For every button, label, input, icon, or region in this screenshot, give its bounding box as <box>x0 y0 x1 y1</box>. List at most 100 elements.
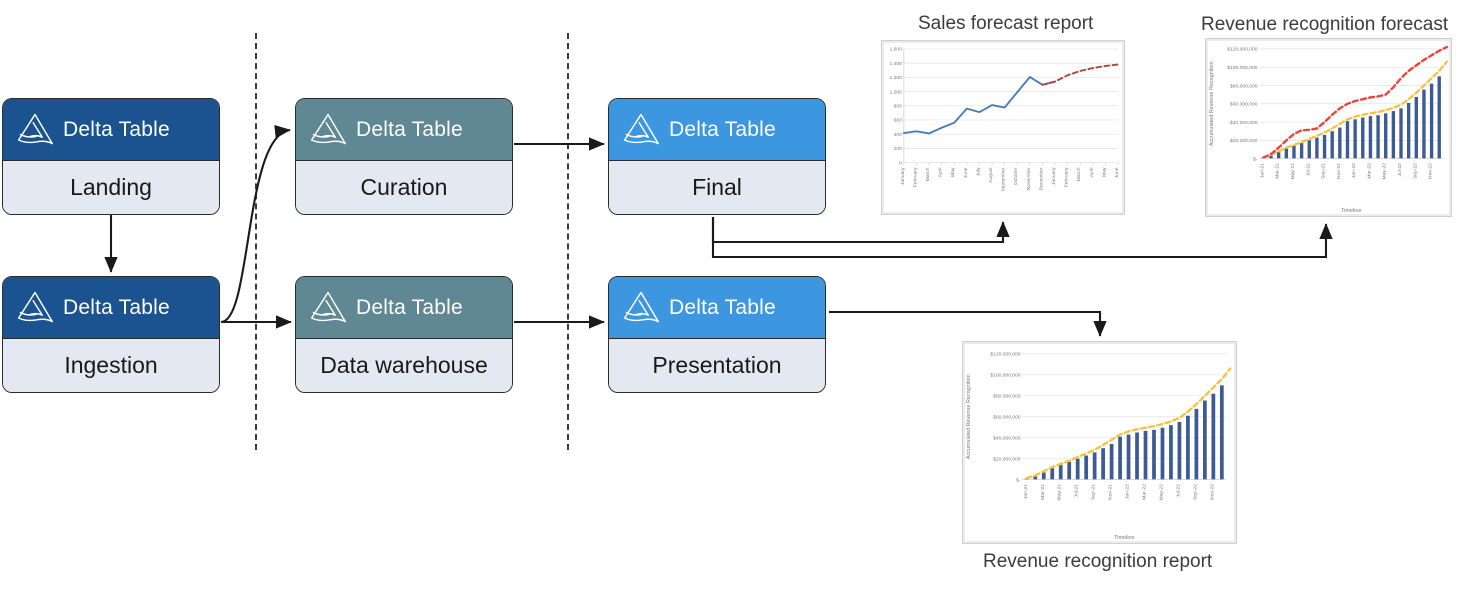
svg-text:February: February <box>1064 167 1070 187</box>
svg-text:1,000: 1,000 <box>889 89 902 95</box>
node-landing[interactable]: Delta Table Landing <box>2 98 220 215</box>
svg-text:Accumulated Revenue Recognitio: Accumulated Revenue Recognition <box>966 374 972 459</box>
svg-text:600: 600 <box>894 118 903 124</box>
svg-text:November: November <box>1026 167 1032 190</box>
pipeline-diagram: Delta Table Landing Delta Table Ingestio… <box>0 0 1465 608</box>
node-ingestion-label: Ingestion <box>64 352 158 378</box>
sales-forecast-chart[interactable]: 0 200 400 600 800 1,000 1,200 1,400 1,600 January… <box>881 40 1125 215</box>
svg-text:$60,000,000: $60,000,000 <box>993 415 1021 421</box>
edge-final-sales-chart <box>711 217 1010 244</box>
svg-text:Jul-21: Jul-21 <box>1074 484 1080 498</box>
node-curation-header: Delta Table <box>296 99 512 161</box>
node-presentation-label: Presentation <box>652 352 782 378</box>
node-final-body: Final <box>609 161 825 214</box>
node-curation[interactable]: Delta Table Curation <box>295 98 513 215</box>
svg-text:800: 800 <box>894 104 903 110</box>
node-curation-brand: Delta Table <box>356 117 463 141</box>
svg-text:$40,000,000: $40,000,000 <box>1230 120 1258 126</box>
svg-text:$120,000,000: $120,000,000 <box>990 352 1020 358</box>
svg-text:March: March <box>925 167 931 181</box>
svg-text:Jan-22: Jan-22 <box>1125 484 1131 499</box>
svg-text:January: January <box>900 167 906 185</box>
svg-text:$80,000,000: $80,000,000 <box>1230 83 1258 89</box>
svg-text:August: August <box>988 167 994 183</box>
svg-text:Nov-21: Nov-21 <box>1108 484 1114 500</box>
node-final[interactable]: Delta Table Final <box>608 98 826 215</box>
svg-text:$100,000,000: $100,000,000 <box>1227 65 1258 71</box>
svg-text:Timeline: Timeline <box>1114 535 1134 541</box>
revenue-report-title: Revenue recognition report <box>983 551 1213 572</box>
node-landing-label: Landing <box>70 174 152 200</box>
svg-text:400: 400 <box>894 132 903 138</box>
node-ingestion-brand: Delta Table <box>63 295 170 319</box>
svg-text:1,600: 1,600 <box>889 47 902 53</box>
edge-final-revenue-forecast <box>711 217 1333 259</box>
svg-text:$60,000,000: $60,000,000 <box>1230 102 1258 108</box>
svg-text:Jul-22: Jul-22 <box>1397 163 1403 177</box>
node-landing-header: Delta Table <box>3 99 219 161</box>
svg-text:1,400: 1,400 <box>889 61 902 67</box>
svg-text:Nov-21: Nov-21 <box>1336 163 1342 179</box>
svg-text:May-22: May-22 <box>1158 484 1164 501</box>
svg-text:May: May <box>950 167 956 177</box>
delta-lake-logo-icon <box>17 291 53 322</box>
node-presentation-header: Delta Table <box>609 277 825 339</box>
svg-text:Jul-22: Jul-22 <box>1175 484 1181 498</box>
swimlane-separator-2 <box>567 33 569 450</box>
svg-text:Jan-21: Jan-21 <box>1023 484 1029 499</box>
svg-text:$120,000,000: $120,000,000 <box>1227 47 1258 53</box>
node-ingestion[interactable]: Delta Table Ingestion <box>2 276 220 393</box>
svg-text:Jan-22: Jan-22 <box>1351 163 1357 178</box>
svg-text:$-: $- <box>1016 477 1021 483</box>
node-ingestion-header: Delta Table <box>3 277 219 339</box>
svg-text:Jan-21: Jan-21 <box>1259 163 1265 178</box>
svg-text:$80,000,000: $80,000,000 <box>993 394 1021 400</box>
node-final-header: Delta Table <box>609 99 825 161</box>
svg-text:$20,000,000: $20,000,000 <box>993 456 1021 462</box>
svg-text:Sep-22: Sep-22 <box>1192 484 1198 500</box>
svg-text:May-21: May-21 <box>1057 484 1063 501</box>
delta-lake-logo-icon <box>310 113 346 144</box>
revenue-recognition-report-chart[interactable]: $- $20,000,000 $40,000,000 $60,000,000 $80,0… <box>962 341 1237 544</box>
svg-text:Sep-21: Sep-21 <box>1321 163 1327 179</box>
svg-text:June: June <box>963 167 969 178</box>
svg-text:Sep-21: Sep-21 <box>1091 484 1097 500</box>
svg-text:January: January <box>1051 167 1057 185</box>
svg-text:200: 200 <box>894 146 903 152</box>
svg-text:February: February <box>912 167 918 187</box>
svg-text:Nov-22: Nov-22 <box>1428 163 1434 179</box>
node-data-warehouse-header: Delta Table <box>296 277 512 339</box>
svg-text:Jul-21: Jul-21 <box>1305 163 1311 177</box>
svg-text:June: June <box>1114 167 1120 178</box>
svg-text:September: September <box>1001 167 1007 191</box>
svg-text:Mar-21: Mar-21 <box>1040 484 1046 500</box>
node-curation-label: Curation <box>360 174 448 200</box>
edge-presentation-revenue-report <box>829 310 1107 337</box>
svg-text:Mar-22: Mar-22 <box>1366 163 1372 179</box>
node-data-warehouse-body: Data warehouse <box>296 339 512 392</box>
svg-text:$-: $- <box>1253 156 1258 162</box>
svg-text:Sep-22: Sep-22 <box>1412 163 1418 179</box>
node-presentation-body: Presentation <box>609 339 825 392</box>
node-data-warehouse-label: Data warehouse <box>320 352 488 378</box>
svg-text:0: 0 <box>899 160 902 166</box>
revenue-forecast-title: Revenue recognition forecast <box>1201 14 1449 35</box>
node-curation-body: Curation <box>296 161 512 214</box>
svg-text:April: April <box>938 168 944 178</box>
node-presentation-brand: Delta Table <box>669 295 776 319</box>
svg-text:1,200: 1,200 <box>889 75 902 81</box>
node-final-brand: Delta Table <box>669 117 776 141</box>
revenue-recognition-forecast-chart[interactable]: $- $20,000,000 $40,000,000 $60,000,000 $80,0… <box>1205 38 1452 217</box>
delta-lake-logo-icon <box>310 291 346 322</box>
svg-text:May-21: May-21 <box>1290 163 1296 180</box>
svg-text:May: May <box>1101 167 1107 177</box>
svg-text:$40,000,000: $40,000,000 <box>993 436 1021 442</box>
node-data-warehouse-brand: Delta Table <box>356 295 463 319</box>
node-data-warehouse[interactable]: Delta Table Data warehouse <box>295 276 513 393</box>
svg-text:$100,000,000: $100,000,000 <box>990 373 1020 379</box>
node-presentation[interactable]: Delta Table Presentation <box>608 276 826 393</box>
svg-text:April: April <box>1089 168 1095 178</box>
svg-text:Nov-22: Nov-22 <box>1209 484 1215 500</box>
node-landing-body: Landing <box>3 161 219 214</box>
svg-text:December: December <box>1038 167 1044 190</box>
